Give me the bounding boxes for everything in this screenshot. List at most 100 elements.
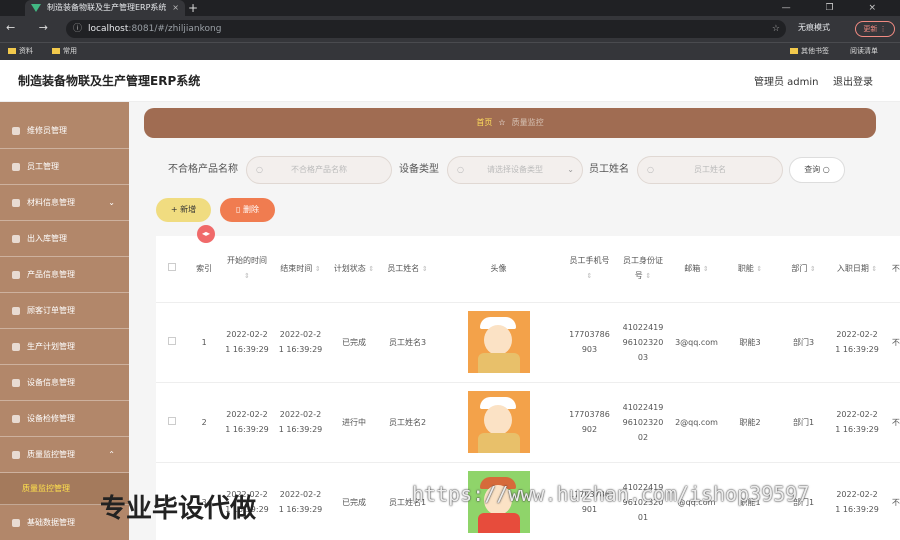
product-name-input[interactable]: ○ 不合格产品名称 (246, 156, 392, 184)
sidebar-item-label: 设备信息管理 (27, 378, 75, 387)
app-header: 制造装备物联及生产管理ERP系统 管理员 admin 退出登录 (0, 60, 900, 102)
logout-link[interactable]: 退出登录 (833, 73, 873, 88)
cell-status: 已完成 (327, 462, 381, 540)
sidebar-item[interactable]: 设备信息管理 (0, 365, 129, 401)
cell-phone: 17703786902 (562, 382, 617, 463)
update-button[interactable]: 更新 ⋮ (855, 21, 895, 37)
incognito-label: 无痕模式 (798, 23, 830, 32)
sort-icon[interactable]: ⇕ (703, 265, 709, 273)
menu-icon (12, 519, 20, 527)
col-end-time[interactable]: 结束时间 ⇕ (273, 236, 328, 303)
row-checkbox[interactable] (168, 416, 177, 425)
table-row[interactable]: 1 2022-02-21 16:39:29 2022-02-21 16:39:29 已… (156, 302, 900, 383)
col-label: 邮箱 (684, 263, 701, 273)
cell-dept: 部门3 (776, 302, 831, 383)
row-checkbox[interactable] (168, 336, 177, 345)
sidebar-item[interactable]: 质量监控管理 ⌃ (0, 437, 129, 473)
breadcrumb-home[interactable]: 首页 (476, 118, 492, 127)
avatar-face (483, 325, 512, 355)
sort-icon[interactable]: ⇕ (244, 272, 250, 280)
device-type-placeholder: 请选择设备类型 (487, 165, 543, 174)
cell-dept: 部门1 (776, 382, 831, 463)
sidebar-item-label: 材料信息管理 (27, 198, 75, 207)
cell-more: 不品 (883, 382, 900, 463)
cell-email: 3@qq.com (669, 302, 724, 383)
main-content: 首页 ☆ 质量监控 不合格产品名称 ○ 不合格产品名称 设备类型 ○ 请选择设备类型… (129, 102, 900, 540)
sort-icon[interactable]: ⇕ (422, 265, 428, 273)
tab-title: 制造装备物联及生产管理ERP系统 (47, 3, 167, 12)
col-label: 开始的时间 (226, 256, 267, 266)
bookmarks-bar: 资料 常用 其他书签 阅读清单 (0, 42, 900, 60)
bookmark-folder[interactable]: 其他书签 (790, 43, 829, 60)
reading-list[interactable]: 阅读清单 (850, 43, 878, 60)
staff-name-placeholder: 员工姓名 (694, 165, 726, 174)
col-join-date[interactable]: 入职日期 ⇕ (830, 236, 884, 303)
sort-icon[interactable]: ⇕ (315, 265, 321, 273)
sidebar-item[interactable]: 设备检修管理 (0, 401, 129, 437)
address-bar[interactable]: ⓘ localhost:8081/#/zhiljiankong ☆ (66, 20, 786, 38)
new-tab-button[interactable]: + (188, 0, 198, 16)
sidebar-item[interactable]: 生产计划管理 (0, 329, 129, 365)
col-dept[interactable]: 部门 ⇕ (776, 236, 831, 303)
query-button[interactable]: 查询 ○ (789, 157, 845, 183)
col-email[interactable]: 邮箱 ⇕ (669, 236, 724, 303)
bookmark-star-icon[interactable]: ☆ (772, 20, 780, 38)
bookmark-folder[interactable]: 常用 (52, 43, 77, 60)
sidebar-item-label: 设备检修管理 (27, 414, 75, 423)
col-staff-name[interactable]: 员工姓名 ⇕ (380, 236, 435, 303)
table-row[interactable]: 2 2022-02-21 16:39:29 2022-02-21 16:39:29 进… (156, 382, 900, 463)
cell-phone: 17703786903 (562, 302, 617, 383)
col-start-time[interactable]: 开始的时间 ⇕ (220, 236, 274, 303)
bookmark-folder[interactable]: 资料 (8, 43, 33, 60)
col-phone[interactable]: 员工手机号 ⇕ (562, 236, 617, 303)
sidebar-item-label: 出入库管理 (27, 234, 67, 243)
delete-button[interactable]: ▯ 删除 (220, 198, 275, 222)
device-type-select[interactable]: ○ 请选择设备类型 ⌄ (447, 156, 583, 184)
sidebar-item[interactable]: 产品信息管理 (0, 257, 129, 293)
vue-logo-icon (31, 4, 41, 12)
cell-status: 进行中 (327, 382, 381, 463)
col-label: 计划状态 (333, 263, 366, 273)
sidebar-item[interactable]: 出入库管理 (0, 221, 129, 257)
col-label: 员工手机号 (569, 256, 610, 266)
sidebar-item[interactable]: 维修员管理 (0, 113, 129, 149)
sort-icon[interactable]: ⇕ (368, 265, 374, 273)
sidebar-item[interactable]: 材料信息管理 ⌄ (0, 185, 129, 221)
window-controls[interactable]: — ❐ × (782, 0, 892, 16)
sort-icon[interactable]: ⇕ (810, 265, 816, 273)
col-label: 结束时间 (280, 263, 313, 273)
sidebar-item[interactable]: 顾客订单管理 (0, 293, 129, 329)
sort-icon[interactable]: ⇕ (756, 265, 762, 273)
sidebar-item[interactable]: 员工管理 (0, 149, 129, 185)
staff-name-input[interactable]: ○ 员工姓名 (637, 156, 783, 184)
col-role[interactable]: 职能 ⇕ (723, 236, 777, 303)
sort-icon[interactable]: ⇕ (645, 272, 651, 280)
col-status[interactable]: 计划状态 ⇕ (327, 236, 381, 303)
col-label: 入职日期 (836, 263, 869, 273)
cell-index: 1 (188, 302, 221, 383)
col-idcard[interactable]: 员工身份证号 ⇕ (616, 236, 670, 303)
sort-icon[interactable]: ⇕ (871, 265, 877, 273)
add-button[interactable]: + 新增 (156, 198, 211, 222)
close-tab-icon[interactable]: × (172, 0, 179, 16)
admin-name: 管理员 admin (754, 77, 819, 88)
col-avatar: 头像 (434, 236, 563, 303)
resize-handle-icon[interactable]: ◂▸ (197, 225, 215, 243)
cell-role: 职能3 (723, 302, 777, 383)
chevron-icon: ⌄ (108, 198, 115, 207)
cell-avatar (434, 382, 563, 463)
sort-icon[interactable]: ⇕ (587, 272, 593, 280)
select-all-checkbox[interactable] (168, 263, 177, 272)
browser-toolbar: ← → ⟳ ⓘ localhost:8081/#/zhiljiankong ☆ … (0, 16, 900, 42)
row-select-cell (156, 382, 189, 463)
site-info-icon[interactable]: ⓘ (73, 20, 82, 38)
breadcrumb: 首页 ☆ 质量监控 (144, 108, 876, 138)
cell-more: 不品 (883, 462, 900, 540)
cell-staff: 员工姓名2 (380, 382, 435, 463)
browser-tab[interactable]: 制造装备物联及生产管理ERP系统 × (25, 0, 185, 16)
cell-staff: 员工姓名3 (380, 302, 435, 383)
sidebar-item-label: 基础数据管理 (27, 518, 75, 527)
select-all-cell (156, 236, 189, 303)
sidebar-top-spacer (0, 102, 129, 113)
sidebar-item-label: 质量监控管理 (27, 450, 75, 459)
